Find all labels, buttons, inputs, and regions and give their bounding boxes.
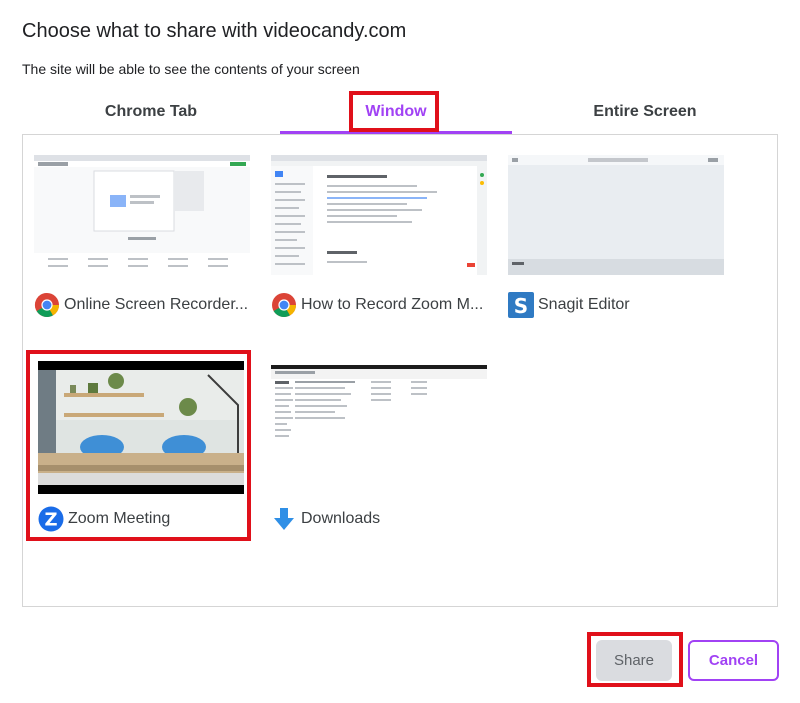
dialog-subtitle: The site will be able to see the content… [22,61,360,77]
svg-text:S: S [514,294,528,318]
window-item-label: Downloads [301,510,381,527]
download-arrow-icon [274,508,294,530]
share-button[interactable]: Share [596,640,672,681]
tab-chrome-tab[interactable]: Chrome Tab [22,90,280,134]
window-item-label: Online Screen Recorder... [64,296,249,313]
cancel-button[interactable]: Cancel [688,640,779,681]
window-item-label: Snagit Editor [538,296,630,313]
zoom-meeting-highlight-box [26,350,251,541]
window-thumbnail [271,365,487,485]
snagit-icon: S [508,292,534,318]
window-item-label: How to Record Zoom M... [301,296,484,313]
tab-entire-screen[interactable]: Entire Screen [512,90,778,134]
dialog-title: Choose what to share with videocandy.com [22,20,407,42]
chrome-icon [272,293,296,318]
window-thumbnail [508,155,724,275]
share-source-tabs: Chrome Tab Window Entire Screen [22,90,778,134]
window-thumbnail [271,155,487,275]
window-tab-highlight-box [349,91,439,132]
chrome-icon [34,293,59,318]
window-thumbnail [34,155,250,275]
